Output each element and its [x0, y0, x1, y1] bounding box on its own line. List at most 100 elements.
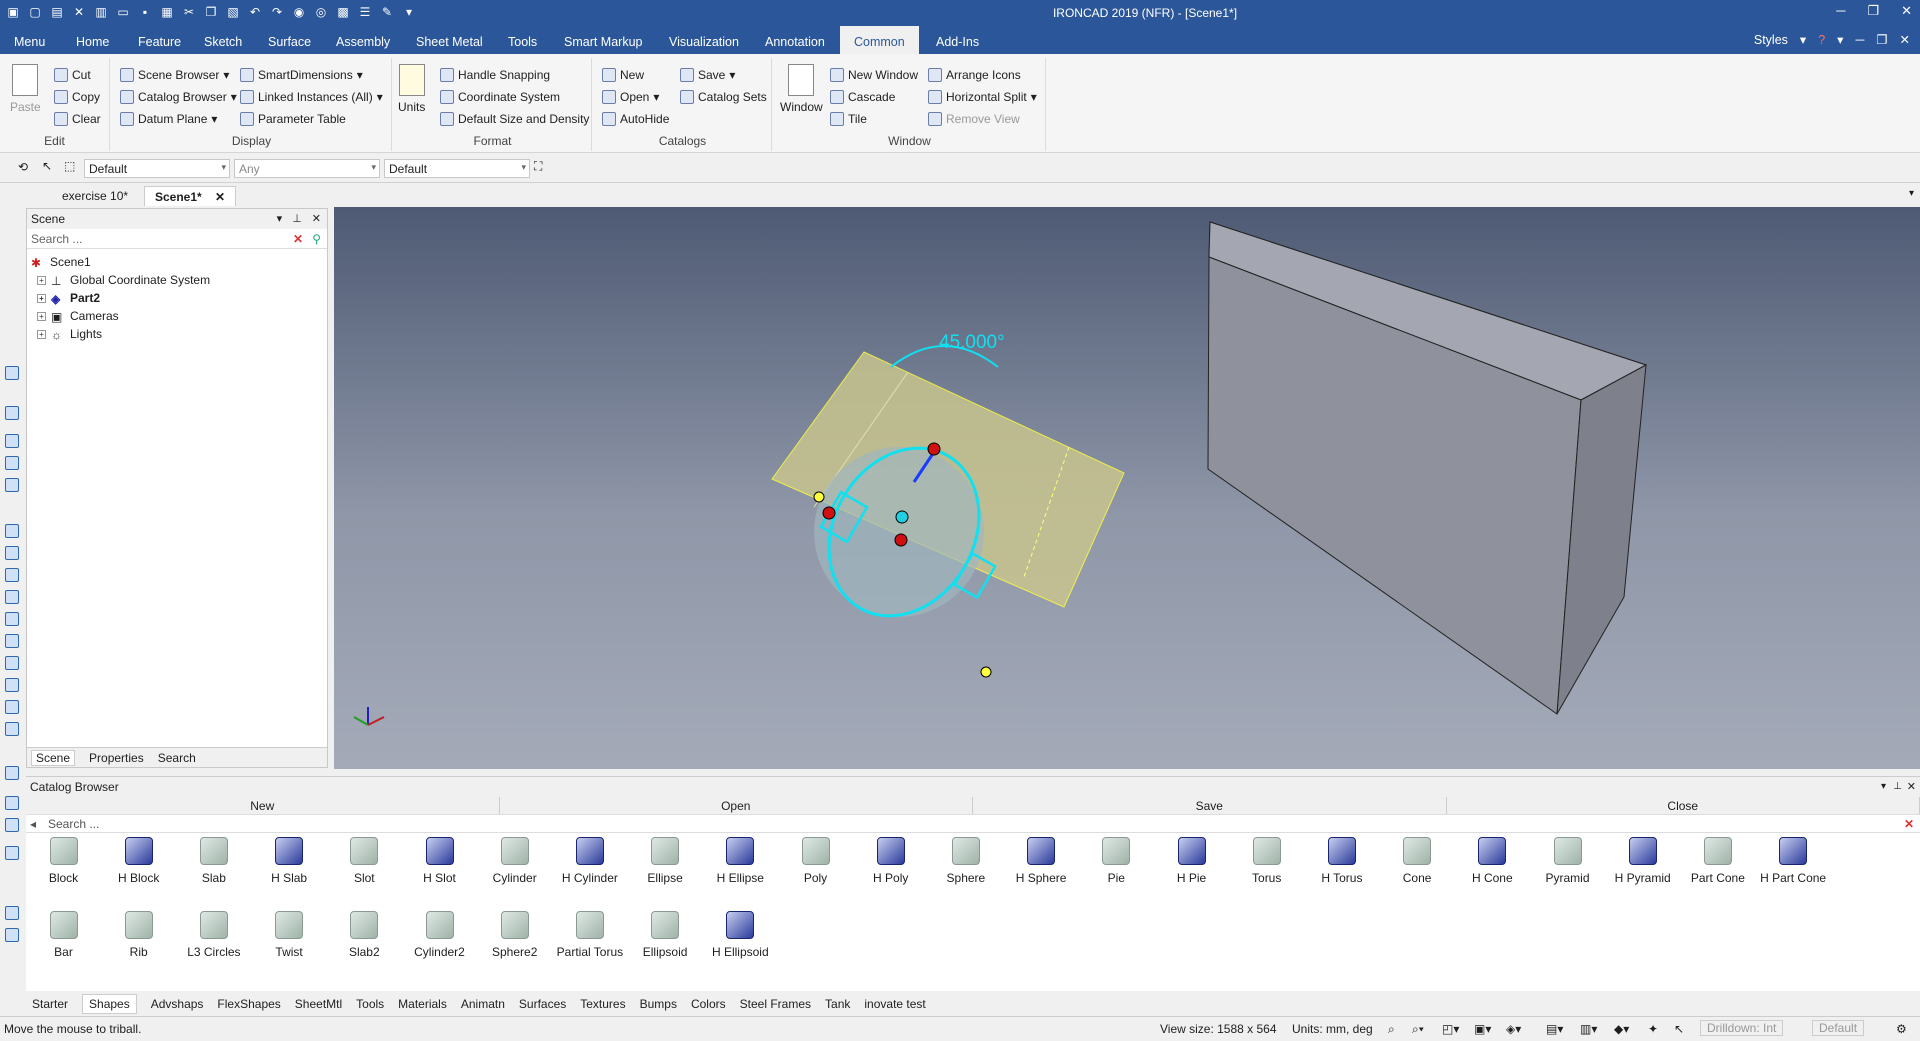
expand-icon[interactable]: + [37, 329, 46, 339]
expand-icon[interactable]: + [37, 293, 46, 303]
tab-annotation[interactable]: Annotation [765, 26, 825, 54]
catalog-item-cone[interactable]: Cone [1380, 833, 1455, 901]
catalog-tab-flexshapes[interactable]: FlexShapes [217, 997, 280, 1011]
doc-restore-icon[interactable]: ❐ [1876, 32, 1887, 47]
view-tool-icon-3[interactable] [5, 434, 19, 448]
view-tool-icon-6[interactable] [5, 524, 19, 538]
tab-visualization[interactable]: Visualization [669, 26, 739, 54]
catalog-tab-starter[interactable]: Starter [32, 997, 68, 1011]
view-tool-icon-21[interactable] [5, 928, 19, 942]
catalog-close-icon[interactable]: ✕ [1907, 777, 1916, 797]
paste-button[interactable]: Paste [10, 64, 41, 114]
catalog-item-slab[interactable]: Slab [176, 833, 251, 901]
tab-search[interactable]: Search [158, 751, 196, 765]
view-tool-icon-8[interactable] [5, 568, 19, 582]
catalog-open-button[interactable]: Open [500, 797, 973, 814]
catalog-tab-advshaps[interactable]: Advshaps [151, 997, 204, 1011]
catalog-item-h-torus[interactable]: H Torus [1304, 833, 1379, 901]
coordinate-system-button[interactable]: Coordinate System [440, 90, 560, 104]
catalog-tab-surfaces[interactable]: Surfaces [519, 997, 566, 1011]
pin-icon[interactable]: ⊥ [292, 209, 302, 229]
pointer-icon[interactable]: ↖ [42, 159, 52, 173]
tree-item-cameras[interactable]: + ▣ Cameras [31, 307, 327, 325]
close-tab-icon[interactable]: ✕ [215, 190, 225, 204]
catalog-new-button[interactable]: New [602, 68, 644, 82]
tree-item-lights[interactable]: + ☼ Lights [31, 325, 327, 343]
camera-view-icon[interactable]: ◰▾ [1442, 1022, 1459, 1036]
copy-button[interactable]: Copy [54, 90, 100, 104]
view-tool-icon-5[interactable] [5, 478, 19, 492]
triball-anchor[interactable] [894, 533, 908, 547]
catalog-browser-button[interactable]: Catalog Browser ▾ [120, 90, 237, 104]
catalog-tab-bumps[interactable]: Bumps [640, 997, 677, 1011]
doc-close-icon[interactable]: ✕ [1900, 32, 1910, 47]
scene-search-input[interactable]: Search ... ✕ ⚲ [27, 229, 327, 249]
panel-dropdown-icon[interactable]: ▾ [277, 209, 283, 229]
catalog-pin-icon[interactable]: ⊥ [1893, 777, 1902, 797]
tab-smart-markup[interactable]: Smart Markup [564, 26, 643, 54]
catalog-item-h-ellipsoid[interactable]: H Ellipsoid [703, 907, 778, 975]
catalog-item-twist[interactable]: Twist [252, 907, 327, 975]
view-tool-icon-12[interactable] [5, 656, 19, 670]
tab-scene1[interactable]: Scene1* ✕ [144, 186, 237, 206]
catalog-item-h-sphere[interactable]: H Sphere [1004, 833, 1079, 901]
tab-sketch[interactable]: Sketch [204, 26, 242, 54]
angle-dimension-label[interactable]: 45.000° [939, 332, 1005, 353]
tab-common[interactable]: Common [840, 26, 919, 54]
window-button[interactable]: Window [780, 64, 823, 114]
catalog-item-rib[interactable]: Rib [101, 907, 176, 975]
drilldown-combo[interactable]: Drilldown: Int [1700, 1020, 1784, 1036]
catalog-tab-materials[interactable]: Materials [398, 997, 447, 1011]
help-dropdown-icon[interactable]: ▾ [1837, 32, 1843, 47]
render-icon[interactable]: ◈▾ [1506, 1022, 1521, 1036]
tab-home[interactable]: Home [76, 26, 109, 54]
scene-browser-button[interactable]: Scene Browser ▾ [120, 68, 229, 82]
catalog-open-button[interactable]: Open ▾ [602, 90, 659, 104]
default-combo[interactable]: Default [1812, 1020, 1865, 1036]
level-combo[interactable]: Default ▾ [384, 159, 530, 178]
view-tool-icon-14[interactable] [5, 700, 19, 714]
catalog-item-sphere[interactable]: Sphere [928, 833, 1003, 901]
cylinder-handle-bottom[interactable] [980, 666, 992, 678]
arrange-icons-button[interactable]: Arrange Icons [928, 68, 1021, 82]
catalog-item-slab2[interactable]: Slab2 [327, 907, 402, 975]
default-size-density-button[interactable]: Default Size and Density [440, 112, 589, 126]
tab-feature[interactable]: Feature [138, 26, 181, 54]
view-tool-icon-4[interactable] [5, 456, 19, 470]
view-tool-icon-17[interactable] [5, 796, 19, 810]
view-tool-icon-20[interactable] [5, 906, 19, 920]
catalog-item-h-pyramid[interactable]: H Pyramid [1605, 833, 1680, 901]
tab-properties[interactable]: Properties [89, 751, 144, 765]
view-style-icon[interactable]: ▣▾ [1474, 1022, 1491, 1036]
catalog-item-torus[interactable]: Torus [1229, 833, 1304, 901]
smart-dimensions-button[interactable]: SmartDimensions ▾ [240, 68, 363, 82]
tab-menu[interactable]: Menu [14, 26, 45, 54]
view-tool-icon-19[interactable] [5, 846, 19, 860]
catalog-close-button[interactable]: Close [1447, 797, 1920, 814]
catalog-item-pie[interactable]: Pie [1079, 833, 1154, 901]
catalog-tab-tank[interactable]: Tank [825, 997, 850, 1011]
panel-close-icon[interactable]: ✕ [312, 209, 321, 229]
catalog-item-pyramid[interactable]: Pyramid [1530, 833, 1605, 901]
catalog-item-bar[interactable]: Bar [26, 907, 101, 975]
doc-minimize-icon[interactable]: ─ [1855, 33, 1864, 47]
catalog-save-button[interactable]: Save [973, 797, 1447, 814]
view-tool-icon-11[interactable] [5, 634, 19, 648]
catalog-item-h-block[interactable]: H Block [101, 833, 176, 901]
minimize-icon[interactable]: ─ [1836, 3, 1845, 19]
tab-scene[interactable]: Scene [31, 749, 76, 766]
catalog-item-h-ellipse[interactable]: H Ellipse [703, 833, 778, 901]
selection-mode-icon[interactable]: ▤▾ [1546, 1022, 1563, 1036]
cut-button[interactable]: Cut [54, 68, 91, 82]
linked-instances-button[interactable]: Linked Instances (All) ▾ [240, 90, 383, 104]
restore-icon[interactable]: ❐ [1867, 3, 1879, 19]
styles-menu[interactable]: Styles [1754, 33, 1788, 47]
tab-tools[interactable]: Tools [508, 26, 537, 54]
catalog-tab-steel-frames[interactable]: Steel Frames [740, 997, 811, 1011]
snap-icon[interactable]: ✦ [1648, 1022, 1658, 1036]
tab-assembly[interactable]: Assembly [336, 26, 390, 54]
view-tool-icon-13[interactable] [5, 678, 19, 692]
view-tool-icon-1[interactable] [5, 366, 19, 380]
catalog-tab-sheetmtl[interactable]: SheetMtl [295, 997, 342, 1011]
view-tool-icon-16[interactable] [5, 766, 19, 780]
